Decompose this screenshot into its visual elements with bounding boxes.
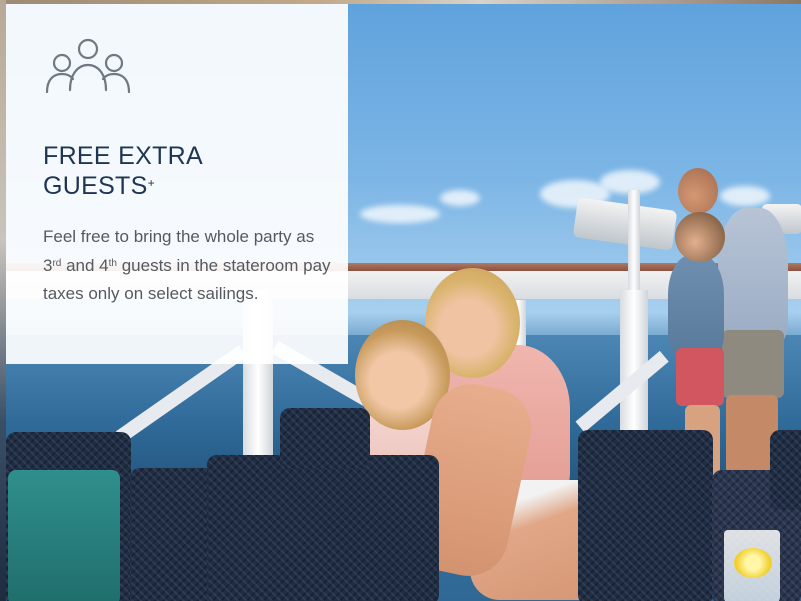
promo-card: FREE EXTRA GUESTS+ Feel free to bring the… [6, 4, 348, 364]
promo-title: FREE EXTRA GUESTS+ [43, 141, 333, 201]
promo-description-part2: and 4 [61, 255, 109, 275]
teal-cushion [8, 470, 120, 601]
promo-title-line1: FREE EXTRA [43, 142, 203, 170]
promo-title-line2: GUESTS [43, 172, 148, 200]
binocular-stand [628, 190, 640, 290]
wicker-sofa-arm [578, 430, 713, 601]
cloud [440, 190, 480, 206]
man-shorts [722, 330, 784, 398]
boy-figure [668, 255, 724, 355]
promo-title-mark: + [147, 176, 155, 190]
cloud [360, 205, 440, 223]
hero-banner: FREE EXTRA GUESTS+ Feel free to bring the… [0, 0, 801, 601]
lemon-slice [734, 548, 772, 578]
promo-description: Feel free to bring the whole party as 3r… [43, 223, 333, 309]
boy-head [675, 212, 725, 262]
deck-binoculars [572, 197, 678, 251]
ordinal-suffix-th: th [108, 257, 117, 269]
group-of-people-icon [45, 38, 131, 94]
ordinal-suffix-rd: rd [52, 257, 62, 269]
man-head [678, 168, 718, 214]
wicker-sofa-arm [207, 455, 439, 601]
wicker-sofa-back [280, 408, 370, 468]
boy-shorts [676, 348, 724, 406]
cloud [720, 186, 770, 206]
wicker-chair [770, 430, 801, 510]
man-figure [718, 208, 788, 348]
